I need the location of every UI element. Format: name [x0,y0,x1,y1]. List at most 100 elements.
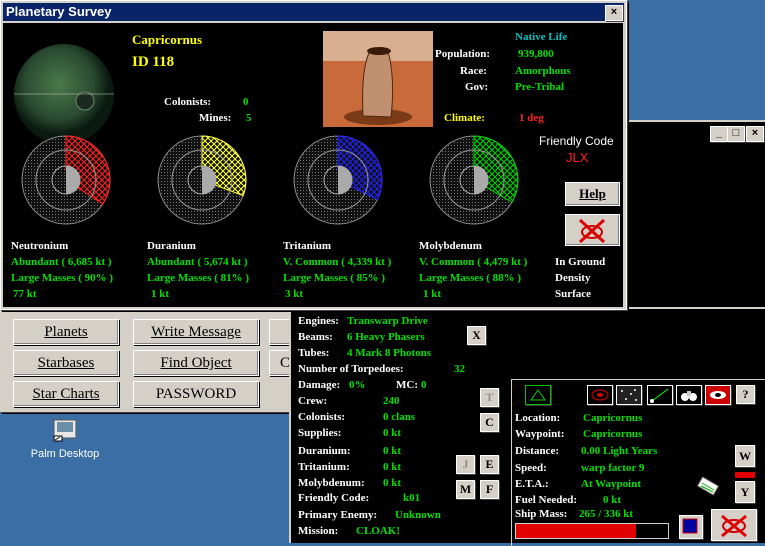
duranium-pie [157,135,247,225]
e-button[interactable]: E [480,455,499,474]
tubes-label: Tubes: [298,347,330,359]
w-button[interactable]: W [735,445,755,467]
starbases-button[interactable]: Starbases [13,350,119,376]
main-menu-window: Planets Write Message Starbases Find Obj… [0,300,302,412]
duranium-abundance: Abundant ( 5,674 kt ) [147,256,248,268]
tritanium-surface: 3 kt [285,288,304,300]
eta-value: At Waypoint [581,478,642,490]
f-button[interactable]: F [480,480,499,499]
neutronium-name: Neutronium [11,240,69,252]
m-button[interactable]: M [456,480,475,499]
neutronium-surface: 77 kt [13,288,37,300]
help-button[interactable]: Help [565,182,620,206]
colonists-label: Colonists: [298,411,346,423]
beams-label: Beams: [298,331,333,343]
survey-title-bar: Planetary Survey [3,3,624,21]
legend-density: Density [555,272,591,284]
colonists-value: 0 clans [383,411,416,423]
mineral-neutronium: Neutronium Abundant ( 6,685 kt ) Large M… [11,135,141,305]
distance-label: Distance: [515,445,559,457]
duranium-label: Duranium: [298,445,351,457]
supplies-value: 0 kt [383,427,402,439]
planet-name: Capricornus [132,32,203,47]
mission-label: Mission: [298,525,339,537]
cloak-icon[interactable] [705,385,731,405]
survey-content: Capricornus ID 118 Colonists: 0 Mines: 5… [3,23,623,307]
tritanium-name: Tritanium [283,240,332,252]
palm-pilot-icon [52,418,78,442]
write-message-button[interactable]: Write Message [133,319,259,345]
mission-value: CLOAK! [356,525,400,537]
scroll-icon[interactable] [695,475,721,499]
survey-close-button[interactable]: × [605,5,623,21]
survey-cancel-button[interactable] [565,214,620,246]
ship-mass-bar-fill [516,524,637,538]
ship-small-icon[interactable] [525,385,551,405]
molybdenum-surface: 1 kt [423,288,442,300]
molybdenum-masses: Large Masses ( 88% ) [419,272,522,284]
mineral-tritanium: Tritanium V. Common ( 4,339 kt ) Large M… [283,135,413,305]
red-indicator [735,472,755,478]
tritanium-pie [293,135,383,225]
j-button[interactable]: J [456,455,475,474]
primary-enemy-value: Unknown [395,509,441,521]
gov-value: Pre-Tribal [515,81,565,93]
supplies-label: Supplies: [298,427,342,439]
mines-value: 5 [246,112,252,124]
mineral-duranium: Duranium Abundant ( 5,674 kt ) Large Mas… [147,135,277,305]
mines-label: Mines: [199,112,232,124]
planetary-survey-window: Planetary Survey × Capricornus ID 118 Co… [0,0,627,310]
stars-icon[interactable] [616,385,642,405]
password-button[interactable]: PASSWORD [133,381,259,407]
neutronium-pie [21,135,111,225]
colonists-label: Colonists: [164,96,212,108]
path-icon[interactable] [647,385,673,405]
fuel-value: 0 kt [603,494,622,506]
climate-value: 1 deg [519,112,544,124]
c-button[interactable]: C [480,413,499,432]
location-label: Location: [515,412,561,424]
location-value: Capricornus [583,412,643,424]
friendly-code-value: k01 [403,492,421,504]
tritanium-masses: Large Masses ( 85% ) [283,272,386,284]
duranium-name: Duranium [147,240,196,252]
find-object-button[interactable]: Find Object [133,350,259,376]
t-button[interactable]: T [480,388,499,407]
engines-value: Transwarp Drive [347,315,428,327]
minimize-button[interactable]: _ [710,126,728,142]
damage-value: 0% [349,379,366,391]
x-button[interactable]: X [467,326,486,345]
race-label: Race: [460,65,487,77]
ship-mass-label: Ship Mass: [515,508,568,520]
torpedoes-label: Number of Torpedoes: [298,363,404,375]
binoculars-icon[interactable] [676,385,702,405]
close-button[interactable]: × [746,126,764,142]
palm-desktop-label: Palm Desktop [30,448,100,460]
waypoint-label: Waypoint: [515,428,565,440]
colonists-value: 0 [243,96,249,108]
cancel-icon[interactable] [711,509,757,541]
primary-enemy-label: Primary Enemy: [298,509,378,521]
duranium-masses: Large Masses ( 81% ) [147,272,250,284]
mineral-molybdenum: Molybdenum V. Common ( 4,479 kt ) Large … [419,135,549,305]
engines-label: Engines: [298,315,339,327]
planets-button[interactable]: Planets [13,319,119,345]
tritanium-label: Tritanium: [298,461,350,473]
maximize-button[interactable]: □ [727,126,745,142]
star-charts-button[interactable]: Star Charts [13,381,119,407]
survey-title: Planetary Survey [6,4,112,19]
planet-view-icon[interactable] [679,515,703,539]
help-question-button[interactable]: ? [736,385,755,404]
friendly-code-label: Friendly Code [539,134,614,148]
fuel-label: Fuel Needed: [515,494,578,506]
palm-desktop-icon[interactable]: Palm Desktop [30,418,100,464]
molybdenum-name: Molybdenum [419,240,482,252]
crew-value: 240 [383,395,400,407]
friendly-code-label: Friendly Code: [298,492,370,504]
duranium-value: 0 kt [383,445,402,457]
y-button[interactable]: Y [735,481,755,503]
target-icon[interactable] [587,385,613,405]
mc-label: MC: [396,379,418,391]
mc-value: 0 [421,379,427,391]
gov-label: Gov: [465,81,489,93]
